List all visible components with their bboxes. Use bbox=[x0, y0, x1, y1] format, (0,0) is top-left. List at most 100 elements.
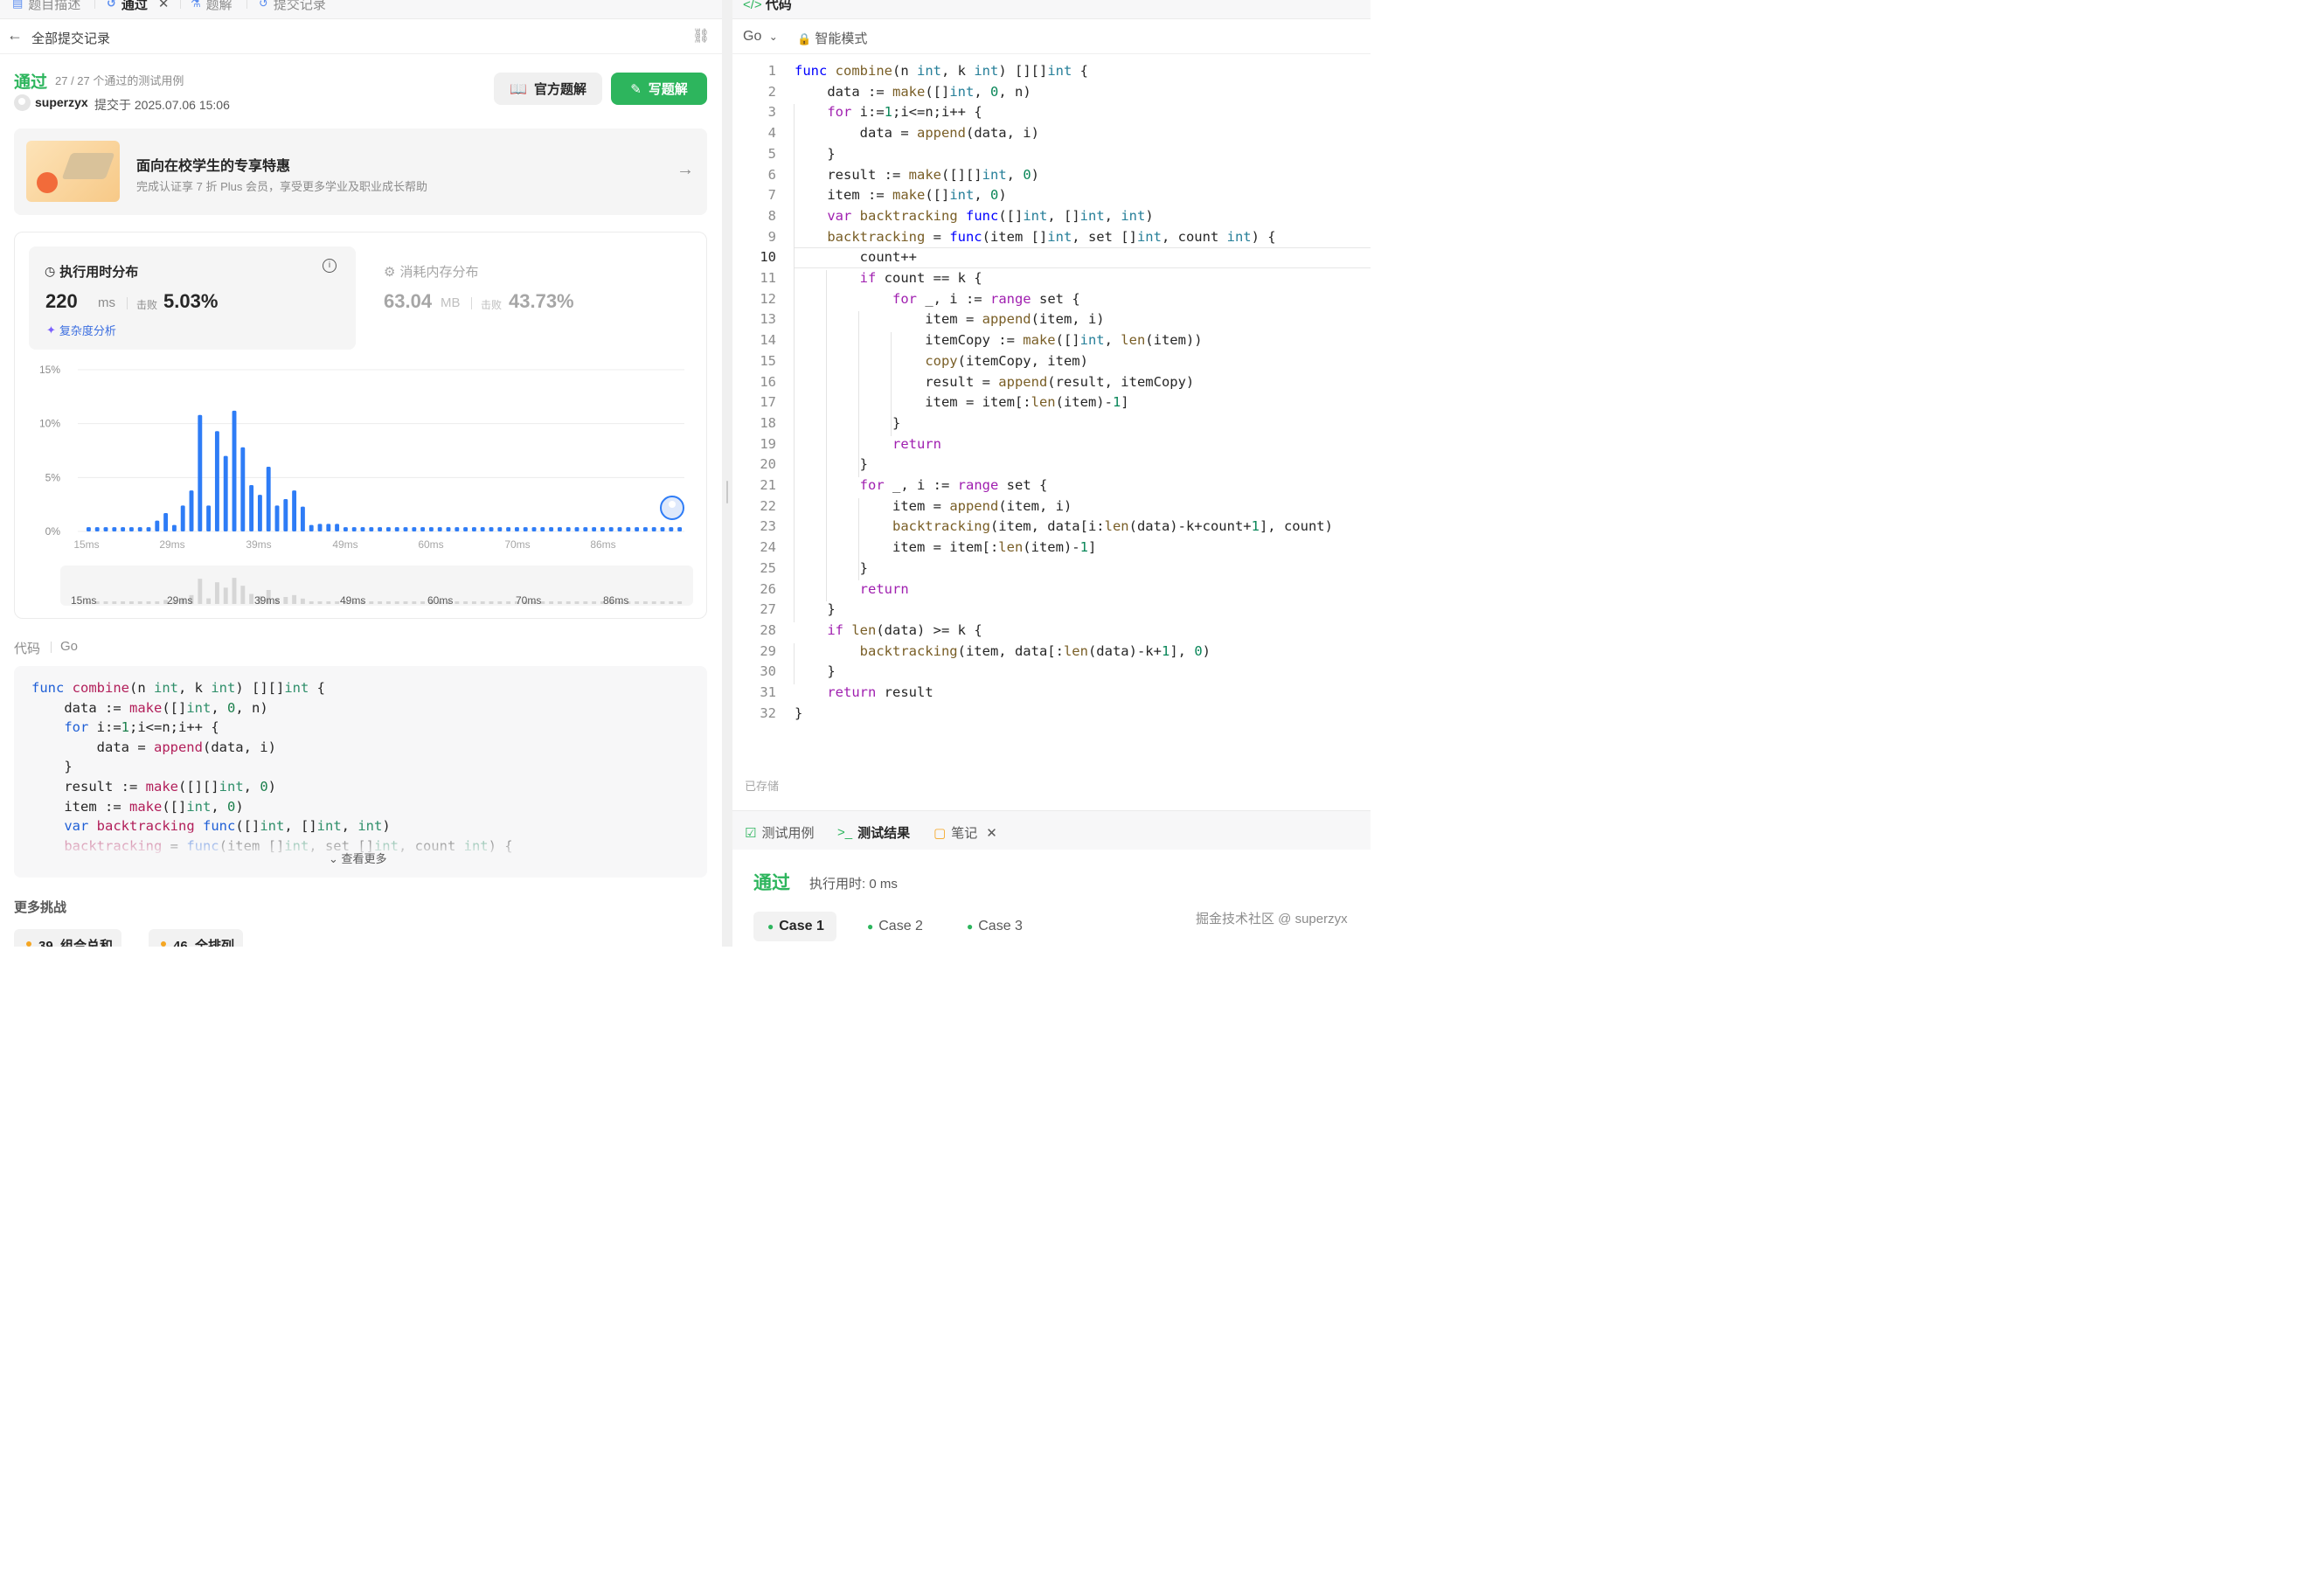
histogram-bar[interactable] bbox=[463, 527, 468, 531]
code-line[interactable]: copy(itemCopy, item) bbox=[795, 353, 1088, 369]
link-icon[interactable]: ⛓ bbox=[692, 27, 710, 45]
histogram-bar[interactable] bbox=[335, 524, 340, 531]
histogram-bar[interactable] bbox=[137, 527, 142, 531]
histogram-bar[interactable] bbox=[540, 527, 545, 531]
histogram-bar[interactable] bbox=[420, 527, 426, 531]
histogram-bar[interactable] bbox=[669, 527, 674, 531]
code-line[interactable]: item = item[:len(item)-1] bbox=[795, 539, 1096, 555]
histogram-bar[interactable] bbox=[300, 506, 305, 531]
histogram-bar[interactable] bbox=[617, 527, 622, 531]
avatar[interactable] bbox=[14, 94, 31, 111]
histogram-bar[interactable] bbox=[206, 505, 212, 531]
histogram-bar[interactable] bbox=[549, 527, 554, 531]
histogram-bar[interactable] bbox=[266, 467, 271, 531]
student-promo-banner[interactable]: 面向在校学生的专享特惠 完成认证享 7 折 Plus 会员，享受更多学业及职业成… bbox=[14, 128, 707, 215]
tab-accepted[interactable]: ↺ 通过 ✕ bbox=[107, 0, 170, 12]
histogram-bar[interactable] bbox=[232, 410, 237, 531]
histogram-bar[interactable] bbox=[94, 527, 100, 531]
histogram-bar[interactable] bbox=[642, 527, 648, 531]
tab-test-result[interactable]: >_ 测试结果 bbox=[837, 823, 910, 842]
histogram-bar[interactable] bbox=[343, 527, 348, 531]
histogram-bar[interactable] bbox=[223, 455, 228, 531]
code-line[interactable]: var backtracking func([]int, []int, int) bbox=[795, 208, 1153, 224]
histogram-bar[interactable] bbox=[651, 527, 656, 531]
case-tab-3[interactable]: ● Case 3 bbox=[953, 912, 1035, 941]
code-line[interactable]: result := make([][]int, 0) bbox=[795, 167, 1039, 183]
histogram-bar[interactable] bbox=[574, 527, 579, 531]
code-line[interactable]: backtracking(item, data[i:len(data)-k+co… bbox=[795, 518, 1333, 534]
histogram-bar[interactable] bbox=[583, 527, 588, 531]
write-solution-button[interactable]: ✎ 写题解 bbox=[611, 73, 707, 105]
tab-testcases[interactable]: ☑ 测试用例 bbox=[745, 823, 814, 842]
histogram-bar[interactable] bbox=[146, 527, 151, 531]
histogram-bar[interactable] bbox=[240, 447, 246, 531]
histogram-bar[interactable] bbox=[214, 431, 219, 531]
histogram-bar[interactable] bbox=[189, 490, 194, 531]
tab-description[interactable]: ▤ 题目描述 bbox=[12, 0, 80, 12]
challenge-chip[interactable]: 39. 组合总和 bbox=[14, 929, 122, 947]
histogram-bar[interactable] bbox=[489, 527, 494, 531]
code-line[interactable]: func combine(n int, k int) [][]int { bbox=[795, 63, 1088, 79]
code-line[interactable]: if len(data) >= k { bbox=[795, 622, 982, 638]
code-line[interactable]: } bbox=[795, 456, 868, 472]
histogram-bar[interactable] bbox=[163, 513, 169, 531]
histogram-bar[interactable] bbox=[677, 527, 683, 531]
histogram-bar[interactable] bbox=[155, 520, 160, 531]
code-line[interactable]: return bbox=[795, 436, 941, 452]
histogram-bar[interactable] bbox=[531, 527, 537, 531]
code-line[interactable]: } bbox=[795, 560, 868, 576]
smart-mode-toggle[interactable]: 🔒 智能模式 bbox=[797, 29, 867, 47]
histogram-bar[interactable] bbox=[523, 527, 528, 531]
submitter-name[interactable]: superzyx bbox=[35, 95, 88, 109]
case-tab-1[interactable]: ● Case 1 bbox=[753, 912, 836, 941]
histogram-bar[interactable] bbox=[351, 527, 357, 531]
histogram-bar[interactable] bbox=[412, 527, 417, 531]
histogram-bar[interactable] bbox=[437, 527, 442, 531]
histogram-bar[interactable] bbox=[292, 490, 297, 531]
code-line[interactable]: } bbox=[795, 663, 835, 679]
histogram-bar[interactable] bbox=[428, 527, 434, 531]
histogram-bar[interactable] bbox=[121, 527, 126, 531]
panel-resize-handle[interactable] bbox=[722, 0, 732, 947]
code-line[interactable]: } bbox=[795, 415, 900, 431]
histogram-bar[interactable] bbox=[660, 527, 665, 531]
code-line[interactable]: } bbox=[795, 601, 835, 617]
code-line[interactable]: return result bbox=[795, 684, 933, 700]
histogram-bar[interactable] bbox=[557, 527, 562, 531]
histogram-bar[interactable] bbox=[403, 527, 408, 531]
tab-notes[interactable]: ▢ 笔记 ✕ bbox=[933, 823, 997, 842]
histogram-bar[interactable] bbox=[326, 524, 331, 531]
code-line[interactable]: itemCopy := make([]int, len(item)) bbox=[795, 332, 1202, 348]
histogram-bar[interactable] bbox=[274, 505, 280, 531]
code-line[interactable]: item = append(item, i) bbox=[795, 498, 1072, 514]
histogram-bar[interactable] bbox=[180, 505, 185, 531]
range-brush[interactable] bbox=[60, 566, 693, 606]
histogram-bar[interactable] bbox=[378, 527, 383, 531]
code-line[interactable]: result = append(result, itemCopy) bbox=[795, 374, 1194, 390]
close-tab-icon[interactable]: ✕ bbox=[158, 0, 170, 11]
histogram-bar[interactable] bbox=[592, 527, 597, 531]
arrow-right-icon[interactable]: → bbox=[677, 160, 694, 180]
histogram-bar[interactable] bbox=[309, 524, 314, 531]
histogram-bar[interactable] bbox=[566, 527, 571, 531]
histogram-bar[interactable] bbox=[471, 527, 476, 531]
histogram-bar[interactable] bbox=[480, 527, 485, 531]
histogram-bar[interactable] bbox=[497, 527, 503, 531]
case-tab-2[interactable]: ● Case 2 bbox=[853, 912, 935, 941]
histogram-bar[interactable] bbox=[626, 527, 631, 531]
code-line[interactable]: for _, i := range set { bbox=[795, 477, 1048, 493]
histogram-bar[interactable] bbox=[198, 414, 203, 531]
histogram-bar[interactable] bbox=[360, 527, 365, 531]
code-line[interactable]: backtracking(item, data[:len(data)-k+1],… bbox=[795, 643, 1211, 659]
histogram-bar[interactable] bbox=[369, 527, 374, 531]
code-line[interactable]: count++ bbox=[795, 249, 917, 265]
code-line[interactable]: item := make([]int, 0) bbox=[795, 187, 1006, 203]
runtime-distribution-chart[interactable]: 15% 10% 5% 0% 15ms 29ms 39ms 49ms 60ms 70ms 86ms 15… bbox=[15, 232, 708, 620]
code-line[interactable]: } bbox=[795, 146, 835, 162]
all-submissions-link[interactable]: 全部提交记录 bbox=[31, 29, 110, 47]
code-line[interactable]: if count == k { bbox=[795, 270, 982, 286]
code-line[interactable]: for _, i := range set { bbox=[795, 291, 1080, 307]
code-line[interactable]: item = append(item, i) bbox=[795, 311, 1104, 327]
histogram-bar[interactable] bbox=[394, 527, 399, 531]
histogram-bar[interactable] bbox=[257, 495, 262, 531]
